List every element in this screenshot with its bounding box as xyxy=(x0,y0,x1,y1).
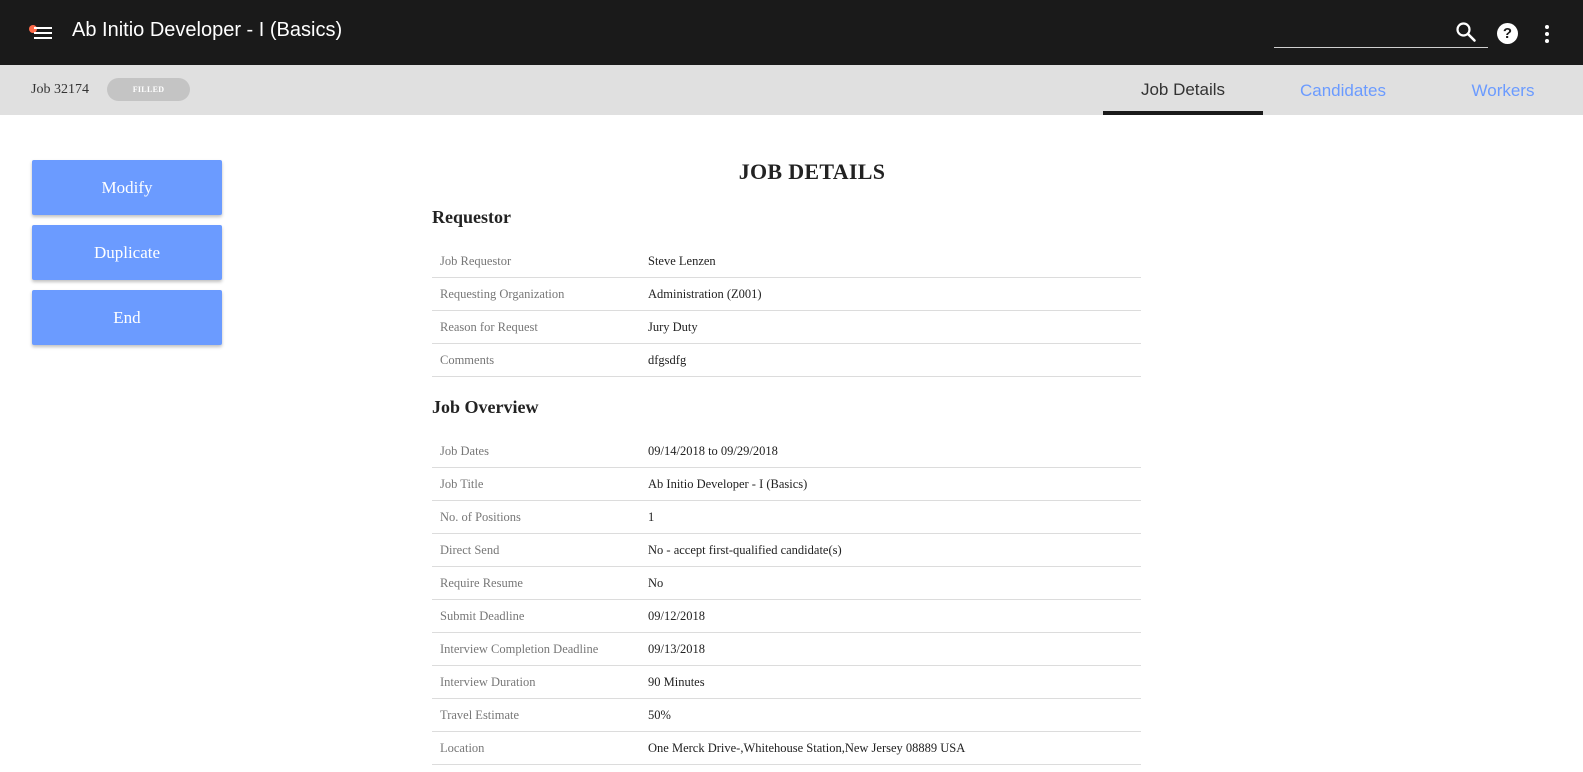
row-label: Reason for Request xyxy=(440,320,538,334)
row-label: No. of Positions xyxy=(440,510,521,524)
row-value: Administration (Z001) xyxy=(648,287,762,301)
table-row: Require Resume No xyxy=(432,567,1141,600)
row-value: dfgsdfg xyxy=(648,353,687,367)
job-number: Job 32174 xyxy=(31,82,89,97)
tab-candidates[interactable]: Candidates xyxy=(1263,65,1423,115)
app-title: Ab Initio Developer - I (Basics) xyxy=(72,19,343,41)
row-value: 09/14/2018 to 09/29/2018 xyxy=(648,444,778,458)
table-row: Interview Completion Deadline 09/13/2018 xyxy=(432,633,1141,666)
row-value: 1 xyxy=(648,510,655,524)
row-value: No xyxy=(648,576,664,590)
row-label: Interview Completion Deadline xyxy=(440,642,599,656)
row-label: Job Dates xyxy=(440,444,489,458)
row-value: Ab Initio Developer - I (Basics) xyxy=(648,477,808,491)
table-row: Comments dfgsdfg xyxy=(432,344,1141,377)
row-label: Job Title xyxy=(440,477,484,491)
search-icon[interactable] xyxy=(1455,21,1477,43)
section-heading-job-overview: Job Overview xyxy=(432,397,539,417)
row-value: 09/12/2018 xyxy=(648,609,705,623)
table-row: No. of Positions 1 xyxy=(432,501,1141,534)
row-value: 50% xyxy=(648,708,671,722)
status-badge: FILLED xyxy=(107,78,190,101)
table-row: Job Dates 09/14/2018 to 09/29/2018 xyxy=(432,435,1141,468)
tab-workers[interactable]: Workers xyxy=(1423,65,1583,115)
menu-button[interactable] xyxy=(26,20,54,46)
row-value: 90 Minutes xyxy=(648,675,705,689)
row-value: No - accept first-qualified candidate(s) xyxy=(648,543,842,557)
table-row: Direct Send No - accept first-qualified … xyxy=(432,534,1141,567)
requestor-table: Job Requestor Steve Lenzen Requesting Or… xyxy=(432,245,1141,377)
table-row: Job Requestor Steve Lenzen xyxy=(432,245,1141,278)
row-label: Direct Send xyxy=(440,543,500,557)
row-label: Interview Duration xyxy=(440,675,536,689)
job-header-bar: Job 32174 FILLED Job Details Candidates … xyxy=(0,65,1583,115)
hamburger-icon xyxy=(34,27,52,29)
row-label: Requesting Organization xyxy=(440,287,565,301)
row-value: Jury Duty xyxy=(648,320,698,334)
app-bar: Ab Initio Developer - I (Basics) ? xyxy=(0,0,1583,65)
row-label: Comments xyxy=(440,353,495,367)
tab-job-details[interactable]: Job Details xyxy=(1103,65,1263,115)
table-row: Reason for Request Jury Duty xyxy=(432,311,1141,344)
row-label: Location xyxy=(440,741,485,755)
table-row: Travel Estimate 50% xyxy=(432,699,1141,732)
row-value: One Merck Drive-,Whitehouse Station,New … xyxy=(648,741,966,755)
modify-button[interactable]: Modify xyxy=(32,160,222,215)
row-value: Steve Lenzen xyxy=(648,254,716,268)
more-vert-icon[interactable] xyxy=(1543,24,1551,44)
table-row: Job Title Ab Initio Developer - I (Basic… xyxy=(432,468,1141,501)
table-row: Location One Merck Drive-,Whitehouse Sta… xyxy=(432,732,1141,765)
duplicate-button[interactable]: Duplicate xyxy=(32,225,222,280)
table-row: Interview Duration 90 Minutes xyxy=(432,666,1141,699)
search-input[interactable] xyxy=(1274,22,1454,44)
page-title: JOB DETAILS xyxy=(738,159,886,184)
table-row: Requesting Organization Administration (… xyxy=(432,278,1141,311)
end-button[interactable]: End xyxy=(32,290,222,345)
section-heading-requestor: Requestor xyxy=(432,207,511,227)
row-label: Submit Deadline xyxy=(440,609,525,623)
row-label: Travel Estimate xyxy=(440,708,520,722)
row-label: Job Requestor xyxy=(440,254,512,268)
row-label: Require Resume xyxy=(440,576,523,590)
row-value: 09/13/2018 xyxy=(648,642,705,656)
help-icon[interactable]: ? xyxy=(1497,23,1518,44)
table-row: Submit Deadline 09/12/2018 xyxy=(432,600,1141,633)
job-overview-table: Job Dates 09/14/2018 to 09/29/2018 Job T… xyxy=(432,435,1141,765)
